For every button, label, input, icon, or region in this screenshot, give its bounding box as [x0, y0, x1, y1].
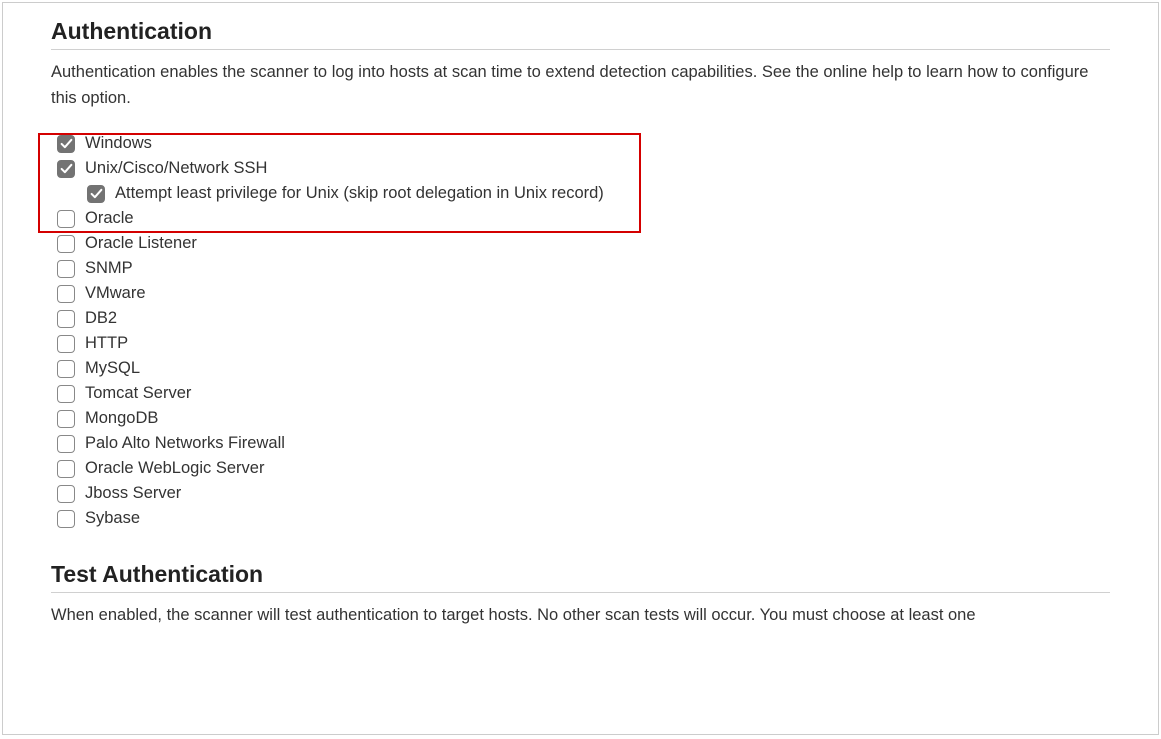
auth-option-checkbox[interactable] — [57, 235, 75, 253]
auth-option-row: MySQL — [57, 356, 1110, 381]
auth-option-checkbox[interactable] — [57, 410, 75, 428]
auth-option-row: Oracle Listener — [57, 231, 1110, 256]
auth-option-label[interactable]: HTTP — [85, 334, 128, 353]
auth-option-label[interactable]: Jboss Server — [85, 484, 181, 503]
auth-option-row: Sybase — [57, 506, 1110, 531]
auth-option-row: Attempt least privilege for Unix (skip r… — [87, 181, 1110, 206]
auth-option-row: Windows — [57, 131, 1110, 156]
auth-option-checkbox[interactable] — [87, 185, 105, 203]
auth-option-row: HTTP — [57, 331, 1110, 356]
content-area: Authentication Authentication enables th… — [3, 18, 1158, 629]
test-authentication-description: When enabled, the scanner will test auth… — [51, 603, 1110, 629]
auth-option-label[interactable]: VMware — [85, 284, 146, 303]
auth-option-row: Palo Alto Networks Firewall — [57, 431, 1110, 456]
auth-option-label[interactable]: Oracle WebLogic Server — [85, 459, 264, 478]
auth-option-label[interactable]: SNMP — [85, 259, 133, 278]
auth-option-label[interactable]: MySQL — [85, 359, 140, 378]
auth-option-checkbox[interactable] — [57, 485, 75, 503]
authentication-heading: Authentication — [51, 18, 1110, 50]
auth-option-row: Tomcat Server — [57, 381, 1110, 406]
auth-option-label[interactable]: DB2 — [85, 309, 117, 328]
auth-option-checkbox[interactable] — [57, 285, 75, 303]
test-authentication-section: Test Authentication When enabled, the sc… — [51, 561, 1110, 629]
settings-panel: Authentication Authentication enables th… — [2, 2, 1159, 735]
auth-option-checkbox[interactable] — [57, 135, 75, 153]
test-authentication-heading: Test Authentication — [51, 561, 1110, 593]
auth-option-row: Jboss Server — [57, 481, 1110, 506]
auth-option-row: MongoDB — [57, 406, 1110, 431]
auth-option-checkbox[interactable] — [57, 510, 75, 528]
auth-option-row: DB2 — [57, 306, 1110, 331]
authentication-options-list: Windows Unix/Cisco/Network SSH Attempt lea… — [51, 131, 1110, 531]
auth-option-checkbox[interactable] — [57, 460, 75, 478]
auth-option-label[interactable]: Palo Alto Networks Firewall — [85, 434, 285, 453]
auth-option-label[interactable]: Oracle Listener — [85, 234, 197, 253]
auth-option-checkbox[interactable] — [57, 210, 75, 228]
auth-option-row: SNMP — [57, 256, 1110, 281]
auth-option-label[interactable]: Oracle — [85, 209, 134, 228]
auth-option-checkbox[interactable] — [57, 160, 75, 178]
auth-option-checkbox[interactable] — [57, 260, 75, 278]
auth-option-checkbox[interactable] — [57, 360, 75, 378]
auth-option-checkbox[interactable] — [57, 335, 75, 353]
auth-option-label[interactable]: Sybase — [85, 509, 140, 528]
auth-option-checkbox[interactable] — [57, 435, 75, 453]
auth-option-row: Unix/Cisco/Network SSH — [57, 156, 1110, 181]
auth-option-label[interactable]: Attempt least privilege for Unix (skip r… — [115, 184, 604, 203]
authentication-description: Authentication enables the scanner to lo… — [51, 60, 1110, 111]
auth-option-row: Oracle WebLogic Server — [57, 456, 1110, 481]
auth-option-label[interactable]: MongoDB — [85, 409, 158, 428]
auth-option-row: VMware — [57, 281, 1110, 306]
auth-option-label[interactable]: Unix/Cisco/Network SSH — [85, 159, 267, 178]
auth-option-label[interactable]: Tomcat Server — [85, 384, 191, 403]
auth-option-row: Oracle — [57, 206, 1110, 231]
auth-option-checkbox[interactable] — [57, 310, 75, 328]
auth-option-label[interactable]: Windows — [85, 134, 152, 153]
auth-option-checkbox[interactable] — [57, 385, 75, 403]
